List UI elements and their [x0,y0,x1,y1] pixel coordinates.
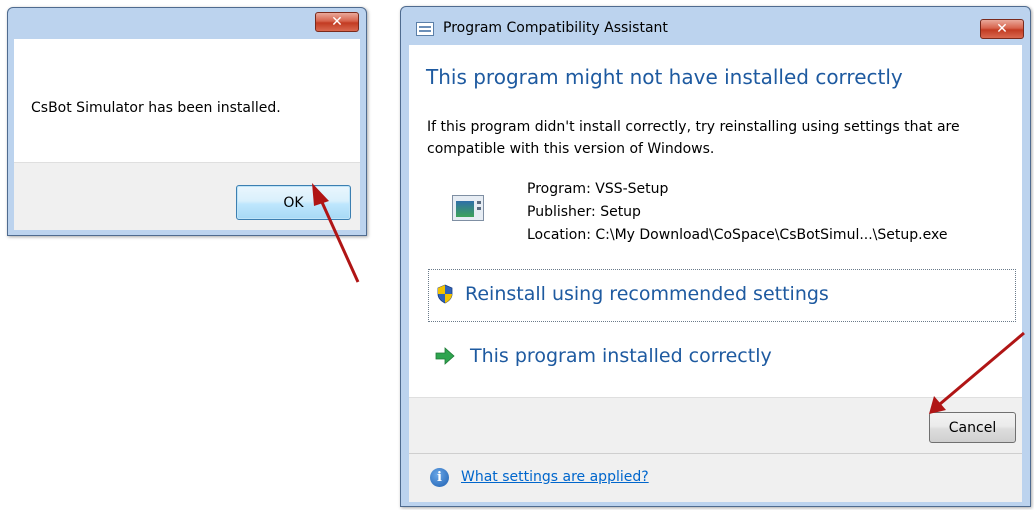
program-compatibility-assistant-window: Program Compatibility Assistant ✕ This p… [400,6,1031,507]
button-pane: OK [14,162,360,230]
ok-button[interactable]: OK [236,185,351,220]
command-bar: Cancel [409,397,1022,454]
close-button[interactable]: ✕ [315,12,359,32]
window-title: Program Compatibility Assistant [443,20,668,36]
program-location: Location: C:\My Download\CoSpace\CsBotSi… [527,227,948,243]
message-pane: CsBot Simulator has been installed. [14,39,360,162]
program-icon [452,195,484,221]
footer: i What settings are applied? [409,453,1022,502]
uac-shield-icon [437,284,453,304]
close-button[interactable]: ✕ [980,19,1024,39]
program-name: Program: VSS-Setup [527,181,669,197]
description: If this program didn't install correctly… [427,119,960,157]
installed-correctly-label: This program installed correctly [470,345,772,367]
settings-applied-link[interactable]: What settings are applied? [461,469,649,485]
info-icon: i [430,468,449,487]
install-message: CsBot Simulator has been installed. [31,100,281,116]
heading: This program might not have installed co… [426,65,903,89]
reinstall-option[interactable]: Reinstall using recommended settings [428,269,1016,322]
publisher-name: Publisher: Setup [527,204,641,220]
app-icon [416,22,434,36]
dialog-client-area: CsBot Simulator has been installed. OK [14,39,360,230]
content-pane: This program might not have installed co… [409,45,1022,397]
install-complete-dialog: ✕ CsBot Simulator has been installed. OK [7,7,367,236]
pca-client-area: This program might not have installed co… [409,45,1022,502]
reinstall-option-label: Reinstall using recommended settings [465,283,829,305]
green-arrow-icon [435,347,455,365]
cancel-button[interactable]: Cancel [929,412,1016,443]
installed-correctly-option[interactable]: This program installed correctly [428,335,1016,381]
